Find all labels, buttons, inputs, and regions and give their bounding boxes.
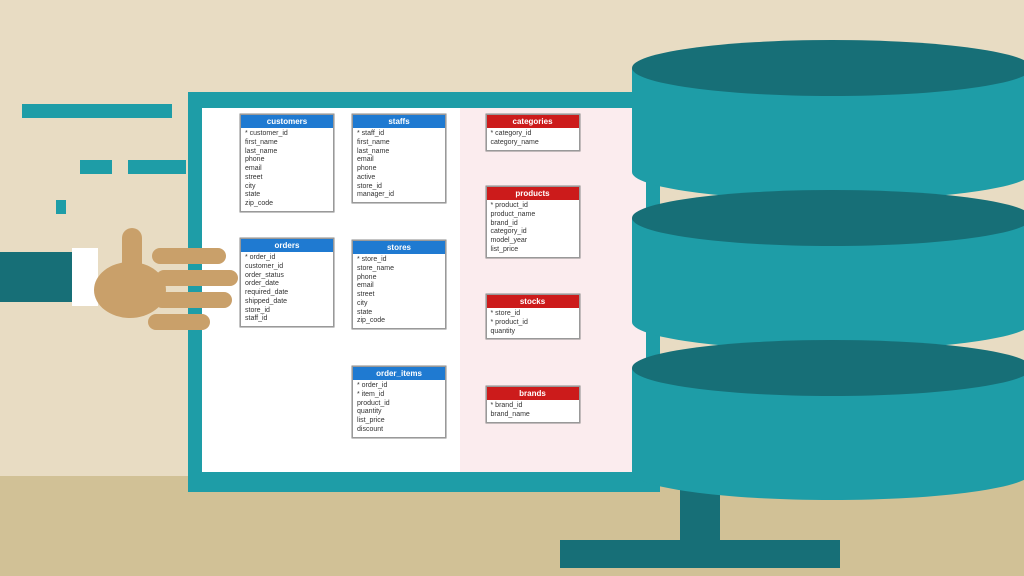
table-order-items: order_items * order_id* item_idproduct_i… (352, 366, 446, 438)
field-row: * store_id (357, 256, 441, 265)
table-header: stores (353, 241, 445, 254)
pane-production: categories * category_idcategory_name pr… (460, 108, 646, 472)
field-row: email (357, 156, 441, 165)
field-row: quantity (491, 328, 575, 337)
table-brands: brands * brand_idbrand_name (486, 386, 580, 423)
field-row: brand_id (491, 220, 575, 229)
hand-icon (92, 228, 242, 348)
field-row: street (357, 291, 441, 300)
field-row: list_price (357, 417, 441, 426)
monitor-stand-base (560, 540, 840, 568)
field-row: product_name (491, 211, 575, 220)
field-row: * brand_id (491, 402, 575, 411)
table-orders: orders * order_idcustomer_idorder_status… (240, 238, 334, 327)
field-row: * item_id (357, 391, 441, 400)
field-row: phone (357, 274, 441, 283)
field-row: last_name (357, 148, 441, 157)
table-fields: * store_idstore_namephoneemailstreetcity… (353, 254, 445, 328)
field-row: list_price (491, 246, 575, 255)
field-row: state (245, 191, 329, 200)
field-row: manager_id (357, 191, 441, 200)
table-fields: * order_idcustomer_idorder_statusorder_d… (241, 252, 333, 326)
field-row: store_name (357, 265, 441, 274)
table-fields: * staff_idfirst_namelast_nameemailphonea… (353, 128, 445, 202)
field-row: order_date (245, 280, 329, 289)
field-row: store_id (245, 307, 329, 316)
field-row: store_id (357, 183, 441, 192)
table-staffs: staffs * staff_idfirst_namelast_nameemai… (352, 114, 446, 203)
field-row: first_name (245, 139, 329, 148)
field-row: zip_code (357, 317, 441, 326)
table-fields: * order_id* item_idproduct_idquantitylis… (353, 380, 445, 437)
field-row: * product_id (491, 202, 575, 211)
speed-line (80, 160, 112, 174)
field-row: * store_id (491, 310, 575, 319)
table-fields: * product_idproduct_namebrand_idcategory… (487, 200, 579, 257)
table-stores: stores * store_idstore_namephoneemailstr… (352, 240, 446, 329)
field-row: model_year (491, 237, 575, 246)
field-row: zip_code (245, 200, 329, 209)
field-row: discount (357, 426, 441, 435)
database-icon (632, 40, 1024, 498)
table-fields: * store_id* product_idquantity (487, 308, 579, 338)
field-row: quantity (357, 408, 441, 417)
field-row: state (357, 309, 441, 318)
table-header: brands (487, 387, 579, 400)
field-row: customer_id (245, 263, 329, 272)
field-row: required_date (245, 289, 329, 298)
table-fields: * category_idcategory_name (487, 128, 579, 150)
field-row: * product_id (491, 319, 575, 328)
field-row: * order_id (245, 254, 329, 263)
field-row: email (245, 165, 329, 174)
monitor-frame: customers * customer_idfirst_namelast_na… (188, 92, 660, 492)
field-row: * order_id (357, 382, 441, 391)
table-fields: * brand_idbrand_name (487, 400, 579, 422)
table-header: customers (241, 115, 333, 128)
table-header: products (487, 187, 579, 200)
field-row: category_id (491, 228, 575, 237)
table-stocks: stocks * store_id* product_idquantity (486, 294, 580, 339)
speed-line (128, 160, 186, 174)
screen: customers * customer_idfirst_namelast_na… (202, 108, 646, 472)
table-header: categories (487, 115, 579, 128)
field-row: last_name (245, 148, 329, 157)
field-row: order_status (245, 272, 329, 281)
table-customers: customers * customer_idfirst_namelast_na… (240, 114, 334, 212)
field-row: brand_name (491, 411, 575, 420)
field-row: city (357, 300, 441, 309)
table-header: stocks (487, 295, 579, 308)
field-row: * staff_id (357, 130, 441, 139)
field-row: phone (357, 165, 441, 174)
table-fields: * customer_idfirst_namelast_namephoneema… (241, 128, 333, 211)
field-row: active (357, 174, 441, 183)
speed-line (56, 200, 66, 214)
table-header: order_items (353, 367, 445, 380)
field-row: email (357, 282, 441, 291)
field-row: shipped_date (245, 298, 329, 307)
speed-line (22, 104, 172, 118)
field-row: city (245, 183, 329, 192)
field-row: street (245, 174, 329, 183)
table-header: staffs (353, 115, 445, 128)
table-header: orders (241, 239, 333, 252)
field-row: first_name (357, 139, 441, 148)
table-products: products * product_idproduct_namebrand_i… (486, 186, 580, 258)
field-row: product_id (357, 400, 441, 409)
field-row: * customer_id (245, 130, 329, 139)
field-row: staff_id (245, 315, 329, 324)
field-row: category_name (491, 139, 575, 148)
field-row: * category_id (491, 130, 575, 139)
table-categories: categories * category_idcategory_name (486, 114, 580, 151)
field-row: phone (245, 156, 329, 165)
